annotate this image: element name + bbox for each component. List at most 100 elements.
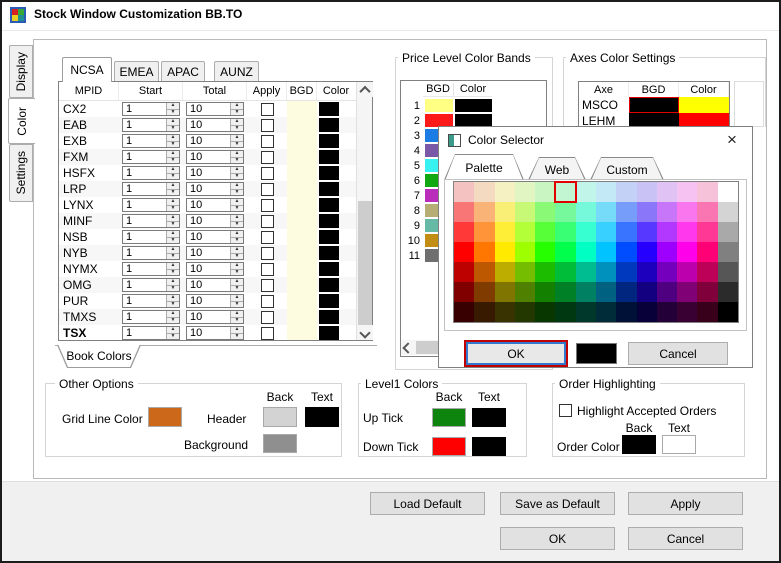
- start-spinner-down-button[interactable]: ▼: [167, 174, 179, 180]
- palette-cell[interactable]: [637, 242, 657, 262]
- total-spinner-down-button[interactable]: ▼: [231, 126, 243, 132]
- palette-cell[interactable]: [474, 262, 494, 282]
- palette-cell[interactable]: [697, 202, 717, 222]
- palette-cell[interactable]: [697, 282, 717, 302]
- level1-text-swatch[interactable]: [472, 408, 506, 427]
- tab-aunz[interactable]: AUNZ: [214, 61, 259, 81]
- palette-cell[interactable]: [637, 302, 657, 322]
- palette-cell[interactable]: [697, 242, 717, 262]
- start-spinner[interactable]: 1▲▼: [122, 230, 180, 244]
- palette-cell[interactable]: [555, 302, 575, 322]
- total-spinner[interactable]: 10▲▼: [186, 118, 244, 132]
- palette-cell[interactable]: [495, 182, 515, 202]
- total-spinner-down-button[interactable]: ▼: [231, 222, 243, 228]
- total-spinner-down-button[interactable]: ▼: [231, 318, 243, 324]
- highlight-accepted-orders-checkbox[interactable]: [559, 404, 572, 417]
- color-swatch[interactable]: [319, 214, 339, 228]
- apply-checkbox[interactable]: [261, 167, 274, 180]
- book-table-row[interactable]: EXB1▲▼10▲▼: [59, 133, 357, 149]
- tab-apac[interactable]: APAC: [161, 61, 205, 81]
- axe-bgd-swatch[interactable]: [629, 97, 679, 113]
- price-band-color-swatch[interactable]: [455, 99, 492, 112]
- palette-cell[interactable]: [515, 262, 535, 282]
- apply-checkbox[interactable]: [261, 103, 274, 116]
- palette-cell[interactable]: [576, 302, 596, 322]
- start-spinner[interactable]: 1▲▼: [122, 118, 180, 132]
- palette-cell[interactable]: [535, 282, 555, 302]
- palette-cell[interactable]: [677, 182, 697, 202]
- start-spinner[interactable]: 1▲▼: [122, 198, 180, 212]
- palette-cell[interactable]: [596, 182, 616, 202]
- tab-settings[interactable]: Settings: [9, 144, 33, 202]
- book-table-row[interactable]: EAB1▲▼10▲▼: [59, 117, 357, 133]
- book-table-row[interactable]: TMXS1▲▼10▲▼: [59, 309, 357, 325]
- palette-cell[interactable]: [555, 282, 575, 302]
- palette-cell[interactable]: [637, 222, 657, 242]
- book-table-row[interactable]: OMG1▲▼10▲▼: [59, 277, 357, 293]
- palette-cell[interactable]: [576, 262, 596, 282]
- apply-checkbox[interactable]: [261, 231, 274, 244]
- bgd-color-swatch[interactable]: [287, 229, 317, 245]
- total-spinner-down-button[interactable]: ▼: [231, 206, 243, 212]
- palette-cell[interactable]: [515, 242, 535, 262]
- palette-cell[interactable]: [454, 282, 474, 302]
- total-spinner-down-button[interactable]: ▼: [231, 174, 243, 180]
- ok-button[interactable]: OK: [500, 527, 615, 550]
- price-band-row[interactable]: 1: [401, 98, 546, 113]
- palette-cell[interactable]: [576, 202, 596, 222]
- palette-cell[interactable]: [535, 242, 555, 262]
- palette-cell[interactable]: [596, 242, 616, 262]
- total-spinner[interactable]: 10▲▼: [186, 134, 244, 148]
- palette-cell[interactable]: [474, 242, 494, 262]
- palette-cell[interactable]: [697, 302, 717, 322]
- palette-cell[interactable]: [637, 202, 657, 222]
- color-swatch[interactable]: [319, 166, 339, 180]
- bgd-color-swatch[interactable]: [287, 149, 317, 165]
- palette-cell[interactable]: [677, 282, 697, 302]
- palette-cell[interactable]: [535, 262, 555, 282]
- tab-web[interactable]: Web: [528, 157, 586, 180]
- color-swatch[interactable]: [319, 262, 339, 276]
- start-spinner[interactable]: 1▲▼: [122, 150, 180, 164]
- palette-cell[interactable]: [718, 242, 738, 262]
- start-spinner[interactable]: 1▲▼: [122, 214, 180, 228]
- palette-cell[interactable]: [576, 222, 596, 242]
- palette-cell[interactable]: [596, 302, 616, 322]
- palette-cell[interactable]: [495, 242, 515, 262]
- total-spinner[interactable]: 10▲▼: [186, 294, 244, 308]
- total-spinner-down-button[interactable]: ▼: [231, 286, 243, 292]
- apply-checkbox[interactable]: [261, 199, 274, 212]
- start-spinner[interactable]: 1▲▼: [122, 246, 180, 260]
- axes-table-row[interactable]: MSCO: [579, 97, 729, 113]
- total-spinner[interactable]: 10▲▼: [186, 102, 244, 116]
- start-spinner-down-button[interactable]: ▼: [167, 302, 179, 308]
- total-spinner[interactable]: 10▲▼: [186, 278, 244, 292]
- palette-cell[interactable]: [555, 222, 575, 242]
- bgd-color-swatch[interactable]: [287, 133, 317, 149]
- save-as-default-button[interactable]: Save as Default: [500, 492, 615, 515]
- bgd-color-swatch[interactable]: [287, 325, 317, 340]
- book-table-row[interactable]: LYNX1▲▼10▲▼: [59, 197, 357, 213]
- start-spinner[interactable]: 1▲▼: [122, 326, 180, 340]
- apply-checkbox[interactable]: [261, 295, 274, 308]
- palette-cell[interactable]: [677, 222, 697, 242]
- level1-text-swatch[interactable]: [472, 437, 506, 456]
- palette-cell[interactable]: [657, 262, 677, 282]
- palette-cell[interactable]: [495, 302, 515, 322]
- bgd-color-swatch[interactable]: [287, 245, 317, 261]
- book-table-row[interactable]: NYMX1▲▼10▲▼: [59, 261, 357, 277]
- grid-line-color-swatch[interactable]: [148, 407, 182, 427]
- palette-cell[interactable]: [474, 282, 494, 302]
- palette-cell[interactable]: [535, 202, 555, 222]
- palette-cell[interactable]: [535, 182, 555, 202]
- tab-book-colors[interactable]: Book Colors: [57, 345, 141, 368]
- palette-cell[interactable]: [637, 262, 657, 282]
- palette-cell[interactable]: [555, 182, 575, 202]
- book-table-row[interactable]: MINF1▲▼10▲▼: [59, 213, 357, 229]
- palette-cell[interactable]: [495, 282, 515, 302]
- palette-cell[interactable]: [616, 302, 636, 322]
- palette-cell[interactable]: [555, 242, 575, 262]
- book-table-row[interactable]: LRP1▲▼10▲▼: [59, 181, 357, 197]
- tab-custom[interactable]: Custom: [590, 157, 664, 180]
- apply-checkbox[interactable]: [261, 327, 274, 340]
